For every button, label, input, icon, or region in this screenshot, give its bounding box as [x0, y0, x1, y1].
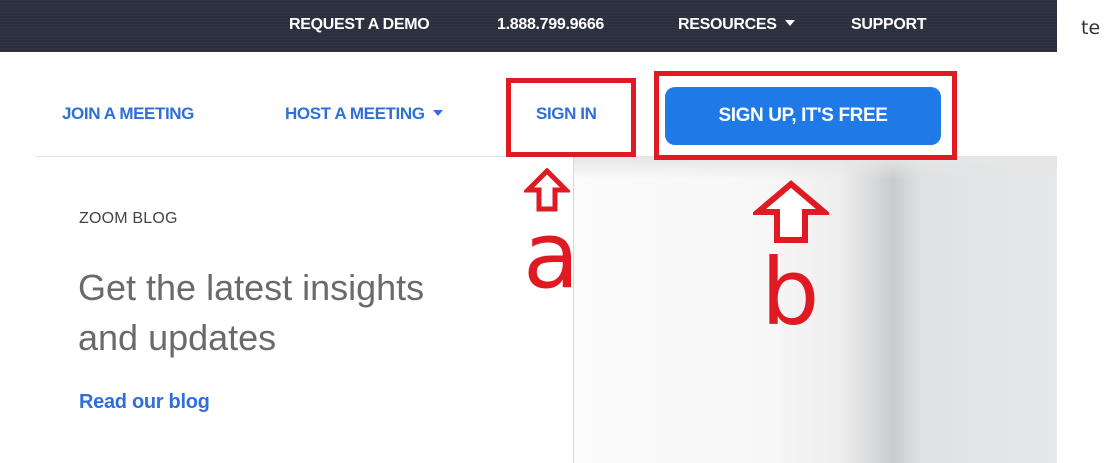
host-meeting-menu[interactable]: HOST A MEETING: [285, 104, 443, 124]
request-demo-link[interactable]: REQUEST A DEMO: [289, 16, 430, 34]
phone-number-link[interactable]: 1.888.799.9666: [497, 16, 604, 34]
annotation-box-sign-up: [654, 71, 957, 160]
stray-text: te: [1081, 17, 1101, 39]
annotation-letter-b: b: [761, 239, 820, 346]
join-meeting-link[interactable]: JOIN A MEETING: [62, 104, 194, 124]
utility-bar: REQUEST A DEMO 1.888.799.9666 RESOURCES …: [0, 0, 1057, 52]
blog-heading-line-1: Get the latest insights: [78, 267, 425, 308]
host-meeting-label: HOST A MEETING: [285, 104, 425, 123]
annotation-box-sign-in: [506, 78, 636, 157]
resources-label: RESOURCES: [678, 16, 777, 33]
arrow-up-outline-icon: [753, 180, 829, 243]
blog-section-label: ZOOM BLOG: [79, 210, 178, 227]
chevron-down-icon: [784, 20, 795, 26]
annotation-letter-a: a: [523, 202, 580, 309]
read-blog-link[interactable]: Read our blog: [79, 391, 210, 414]
blog-heading-line-2: and updates: [78, 317, 277, 358]
resources-menu[interactable]: RESOURCES: [678, 16, 795, 34]
blog-heading: Get the latest insights and updates: [78, 263, 498, 363]
support-link[interactable]: SUPPORT: [851, 16, 927, 34]
hero-image-shade: [574, 157, 1057, 179]
chevron-down-icon: [432, 110, 443, 116]
screenshot: REQUEST A DEMO 1.888.799.9666 RESOURCES …: [0, 0, 1109, 463]
